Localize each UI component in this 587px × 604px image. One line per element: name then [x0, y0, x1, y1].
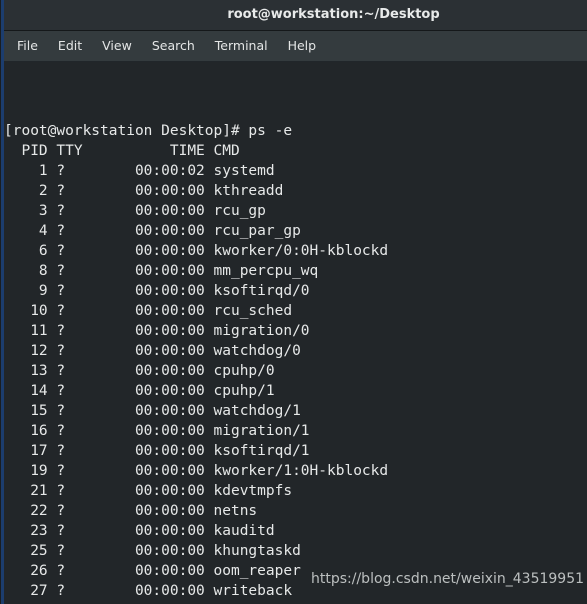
ps-process-row: 13 ? 00:00:00 cpuhp/0: [4, 363, 275, 379]
menu-item-search[interactable]: Search: [142, 31, 205, 61]
title-bar: root@workstation:~/Desktop: [0, 0, 587, 31]
ps-process-row: 16 ? 00:00:00 migration/1: [4, 423, 310, 439]
ps-process-row: 2 ? 00:00:00 kthreadd: [4, 183, 284, 199]
ps-header-row: PID TTY TIME CMD: [4, 143, 240, 159]
terminal-output: [root@workstation Desktop]# ps -e PID TT…: [4, 121, 587, 604]
ps-process-row: 4 ? 00:00:00 rcu_par_gp: [4, 223, 301, 239]
terminal-content-area[interactable]: [root@workstation Desktop]# ps -e PID TT…: [4, 62, 587, 604]
ps-process-row: 23 ? 00:00:00 kauditd: [4, 523, 275, 539]
menu-bar: File Edit View Search Terminal Help: [0, 31, 587, 62]
terminal-window: root@workstation:~/Desktop File Edit View S…: [0, 0, 587, 604]
menu-item-view[interactable]: View: [92, 31, 142, 61]
ps-process-row: 14 ? 00:00:00 cpuhp/1: [4, 383, 275, 399]
ps-process-row: 11 ? 00:00:00 migration/0: [4, 323, 310, 339]
ps-process-row: 8 ? 00:00:00 mm_percpu_wq: [4, 263, 319, 279]
ps-process-row: 3 ? 00:00:00 rcu_gp: [4, 203, 266, 219]
ps-process-row: 21 ? 00:00:00 kdevtmpfs: [4, 483, 293, 499]
ps-process-row: 26 ? 00:00:00 oom_reaper: [4, 563, 301, 579]
ps-process-row: 27 ? 00:00:00 writeback: [4, 583, 293, 599]
ps-process-row: 12 ? 00:00:00 watchdog/0: [4, 343, 301, 359]
window-accent-bar: [1, 0, 4, 604]
menu-item-file[interactable]: File: [7, 31, 48, 61]
ps-process-row: 9 ? 00:00:00 ksoftirqd/0: [4, 283, 310, 299]
ps-process-row: 22 ? 00:00:00 netns: [4, 503, 258, 519]
window-title: root@workstation:~/Desktop: [227, 7, 440, 22]
ps-process-row: 17 ? 00:00:00 ksoftirqd/1: [4, 443, 310, 459]
menu-item-help[interactable]: Help: [278, 31, 327, 61]
menu-item-terminal[interactable]: Terminal: [205, 31, 278, 61]
menu-item-edit[interactable]: Edit: [48, 31, 92, 61]
ps-process-row: 19 ? 00:00:00 kworker/1:0H-kblockd: [4, 463, 389, 479]
ps-process-row: 1 ? 00:00:02 systemd: [4, 163, 275, 179]
ps-process-row: 6 ? 00:00:00 kworker/0:0H-kblockd: [4, 243, 389, 259]
ps-process-row: 25 ? 00:00:00 khungtaskd: [4, 543, 301, 559]
ps-process-row: 10 ? 00:00:00 rcu_sched: [4, 303, 293, 319]
terminal-prompt-line: [root@workstation Desktop]# ps -e: [4, 123, 293, 139]
window-left-border: [0, 0, 1, 604]
ps-process-row: 15 ? 00:00:00 watchdog/1: [4, 403, 301, 419]
